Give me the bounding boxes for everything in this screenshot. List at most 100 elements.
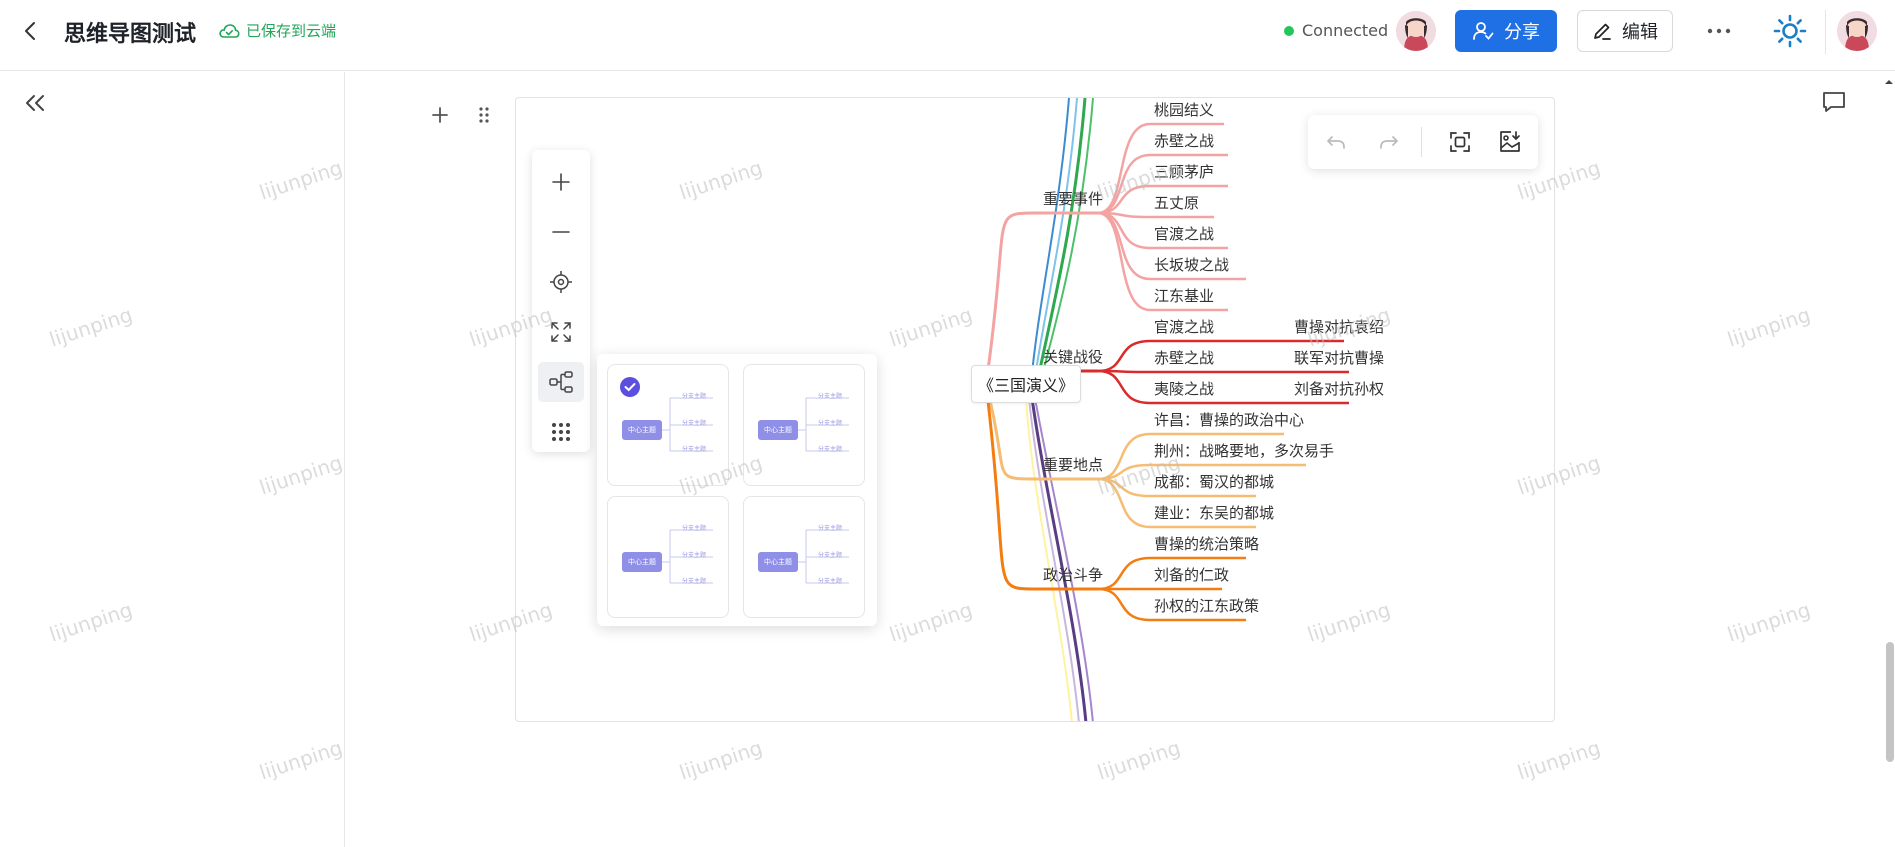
branch-node[interactable]: 重要地点 bbox=[1043, 454, 1103, 475]
child-connector bbox=[1097, 211, 1151, 250]
offscreen-branch-line bbox=[1028, 397, 1080, 721]
pencil-icon bbox=[1594, 23, 1611, 40]
locate-center-button[interactable] bbox=[538, 262, 584, 302]
layout-branch-topic: 分支主题 bbox=[818, 420, 843, 427]
child-node[interactable]: 长坂坡之战 bbox=[1154, 254, 1229, 275]
zoom-out-button[interactable] bbox=[538, 212, 584, 252]
child-node[interactable]: 官渡之战 bbox=[1154, 223, 1214, 244]
watermark-text: lijunping bbox=[1724, 597, 1814, 647]
mindmap-root-node[interactable]: 《三国演义》 bbox=[971, 365, 1081, 403]
more-tools-button[interactable] bbox=[538, 412, 584, 452]
redo-icon bbox=[1380, 136, 1398, 149]
save-status-text: 已保存到云端 bbox=[246, 22, 337, 40]
layout-option-card[interactable]: 中心主题 分支主题 分支主题 分支主题 bbox=[607, 364, 729, 486]
chevron-left-icon bbox=[25, 22, 35, 40]
branch-node[interactable]: 关键战役 bbox=[1043, 346, 1103, 367]
sun-icon bbox=[1773, 14, 1807, 48]
header-divider bbox=[1825, 10, 1826, 54]
edit-button-label: 编辑 bbox=[1622, 22, 1658, 43]
redo-button[interactable] bbox=[1373, 126, 1405, 158]
document-title[interactable]: 思维导图测试 bbox=[64, 16, 196, 48]
grandchild-node[interactable]: 联军对抗曹操 bbox=[1294, 347, 1384, 368]
collapse-sidebar-button[interactable] bbox=[22, 90, 48, 116]
history-toolbar bbox=[1308, 115, 1538, 169]
edit-button[interactable]: 编辑 bbox=[1577, 10, 1673, 52]
child-node[interactable]: 荆州：战略要地，多次易手 bbox=[1154, 440, 1334, 461]
theme-toggle[interactable] bbox=[1772, 13, 1808, 49]
watermark-text: lijunping bbox=[1514, 735, 1604, 785]
connection-dot bbox=[1284, 25, 1294, 36]
more-button[interactable] bbox=[1703, 18, 1735, 44]
collaborator-avatar[interactable] bbox=[1396, 11, 1436, 51]
zoom-in-button[interactable] bbox=[538, 162, 584, 202]
layout-center-topic: 中心主题 bbox=[758, 420, 798, 440]
child-node[interactable]: 五丈原 bbox=[1154, 192, 1199, 213]
child-node[interactable]: 建业：东吴的都城 bbox=[1154, 502, 1274, 523]
layout-option-card[interactable]: 中心主题 分支主题 分支主题 分支主题 bbox=[743, 496, 865, 618]
page: 思维导图测试 已保存到云端 Connected 分享 编辑 重要事件 桃园结义 … bbox=[0, 0, 1895, 847]
top-bar: 思维导图测试 已保存到云端 Connected 分享 编辑 bbox=[0, 0, 1895, 71]
drag-handle[interactable] bbox=[472, 103, 496, 127]
layout-option-card[interactable]: 中心主题 分支主题 分支主题 分支主题 bbox=[607, 496, 729, 618]
child-node[interactable]: 桃园结义 bbox=[1154, 99, 1214, 120]
scrollbar-thumb[interactable] bbox=[1886, 642, 1894, 762]
child-node[interactable]: 三顾茅庐 bbox=[1154, 161, 1214, 182]
plus-icon bbox=[432, 107, 448, 123]
user-avatar[interactable] bbox=[1837, 11, 1877, 51]
sidebar bbox=[0, 72, 345, 847]
share-button[interactable]: 分享 bbox=[1455, 10, 1557, 52]
child-node[interactable]: 夷陵之战 bbox=[1154, 378, 1214, 399]
child-node[interactable]: 赤壁之战 bbox=[1154, 130, 1214, 151]
child-node[interactable]: 曹操的统治策略 bbox=[1154, 533, 1259, 554]
export-image-button[interactable] bbox=[1494, 126, 1526, 158]
offscreen-branch-line bbox=[1033, 98, 1078, 384]
child-node[interactable]: 江东基业 bbox=[1154, 285, 1214, 306]
comment-button[interactable] bbox=[1820, 88, 1848, 116]
child-node[interactable]: 赤壁之战 bbox=[1154, 347, 1214, 368]
plus-icon bbox=[552, 173, 570, 191]
child-connector bbox=[1097, 339, 1151, 373]
child-connector bbox=[1097, 211, 1151, 312]
fit-view-button[interactable] bbox=[538, 312, 584, 352]
offscreen-branch-line bbox=[1030, 98, 1070, 384]
structure-icon bbox=[549, 371, 573, 393]
child-node[interactable]: 许昌：曹操的政治中心 bbox=[1154, 409, 1304, 430]
layout-button[interactable] bbox=[538, 362, 584, 402]
avatar-image bbox=[1396, 11, 1436, 51]
layout-branch-topic: 分支主题 bbox=[818, 446, 843, 453]
expand-icon bbox=[551, 322, 571, 342]
offscreen-branch-line bbox=[1034, 397, 1094, 721]
child-node[interactable]: 刘备的仁政 bbox=[1154, 564, 1229, 585]
branch-node[interactable]: 重要事件 bbox=[1043, 188, 1103, 209]
layout-picker: 中心主题 分支主题 分支主题 分支主题 中心主题 分支主题 分支主题 分支主题 中心主题 分支主题… bbox=[597, 354, 877, 626]
layout-center-topic: 中心主题 bbox=[622, 552, 662, 572]
child-node[interactable]: 孙权的江东政策 bbox=[1154, 595, 1259, 616]
offscreen-branch-line bbox=[1035, 98, 1087, 384]
child-connector bbox=[1097, 587, 1151, 622]
image-download-icon bbox=[1500, 131, 1520, 152]
branch-node[interactable]: 政治斗争 bbox=[1043, 564, 1103, 585]
minus-icon bbox=[552, 231, 570, 233]
grandchild-node[interactable]: 曹操对抗袁绍 bbox=[1294, 316, 1384, 337]
add-block-button[interactable] bbox=[428, 103, 452, 127]
layout-center-topic: 中心主题 bbox=[758, 552, 798, 572]
layout-branch-topic: 分支主题 bbox=[682, 525, 707, 532]
grandchild-node[interactable]: 刘备对抗孙权 bbox=[1294, 378, 1384, 399]
screenshot-button[interactable] bbox=[1444, 126, 1476, 158]
branch-connector bbox=[984, 211, 1037, 385]
mindmap-canvas[interactable]: 重要事件 桃园结义 赤壁之战 三顾茅庐 五丈原 官渡之战 长坂坡之战 江东基业 关键战役 官渡之战… bbox=[515, 97, 1555, 722]
save-status: 已保存到云端 bbox=[218, 20, 336, 41]
layout-branch-topic: 分支主题 bbox=[682, 578, 707, 585]
scroll-up-icon bbox=[1885, 80, 1893, 84]
offscreen-branch-line bbox=[1025, 397, 1073, 721]
watermark-text: lijunping bbox=[676, 735, 766, 785]
child-connector bbox=[1097, 369, 1151, 405]
child-node[interactable]: 成都：蜀汉的都城 bbox=[1154, 471, 1274, 492]
layout-branch-topic: 分支主题 bbox=[682, 393, 707, 400]
back-button[interactable] bbox=[18, 18, 44, 44]
undo-button[interactable] bbox=[1320, 126, 1352, 158]
history-divider bbox=[1421, 127, 1422, 157]
layout-option-card[interactable]: 中心主题 分支主题 分支主题 分支主题 bbox=[743, 364, 865, 486]
share-button-label: 分享 bbox=[1504, 22, 1540, 43]
child-node[interactable]: 官渡之战 bbox=[1154, 316, 1214, 337]
